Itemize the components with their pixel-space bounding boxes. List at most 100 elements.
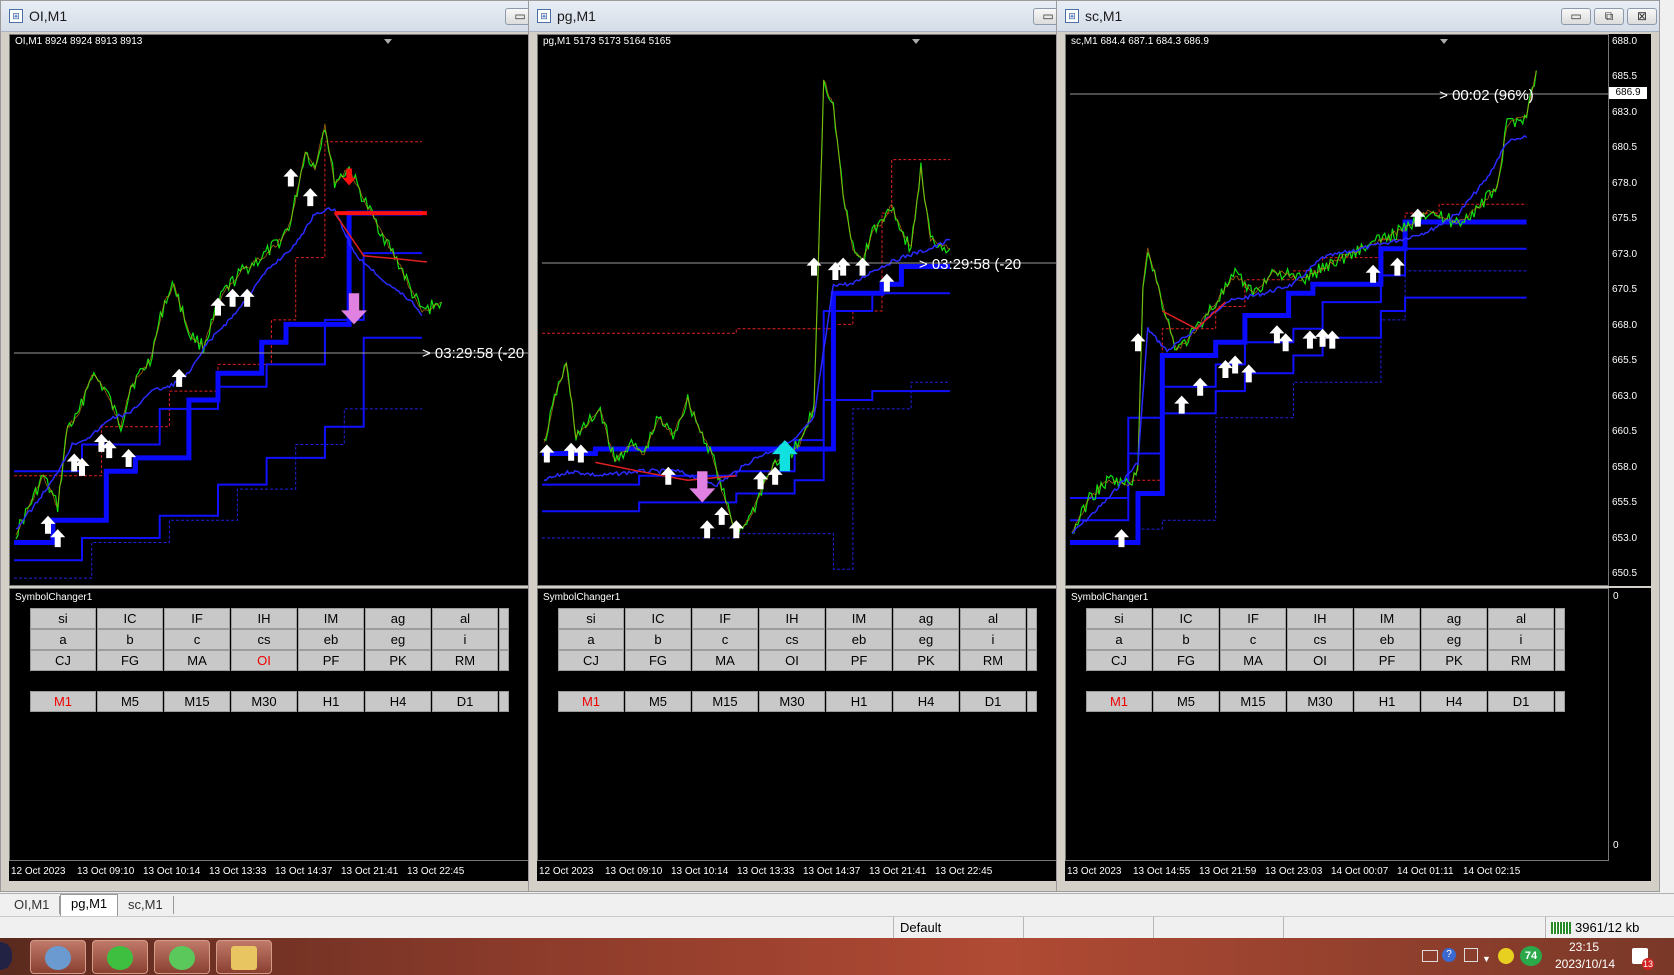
symbol-button-ag[interactable]: ag: [1421, 608, 1487, 629]
network-icon[interactable]: [1464, 948, 1478, 962]
taskbar-app-tool[interactable]: [30, 940, 86, 974]
symbol-button-i[interactable]: i: [432, 629, 498, 650]
price-chart[interactable]: OI,M1 8924 8924 8913 8913 > 03:29:58 (-20: [9, 34, 554, 586]
clock-date[interactable]: 2023/10/14: [1548, 957, 1622, 971]
timeframe-button-overflow[interactable]: [1027, 691, 1037, 712]
symbol-button-eb[interactable]: eb: [826, 629, 892, 650]
symbol-button-fg[interactable]: FG: [97, 650, 163, 671]
symbol-button-im[interactable]: IM: [826, 608, 892, 629]
symbol-button-ic[interactable]: IC: [97, 608, 163, 629]
clock-time[interactable]: 23:15: [1554, 940, 1614, 954]
timeframe-button-h1[interactable]: H1: [1354, 691, 1420, 712]
symbol-button-overflow[interactable]: [1027, 629, 1037, 650]
minimize-button[interactable]: ▭: [1561, 8, 1591, 25]
tab-pg-m1[interactable]: pg,M1: [60, 894, 119, 916]
timeframe-button-h4[interactable]: H4: [893, 691, 959, 712]
symbol-button-eb[interactable]: eb: [298, 629, 364, 650]
symbol-button-rm[interactable]: RM: [432, 650, 498, 671]
symbol-button-ic[interactable]: IC: [625, 608, 691, 629]
symbol-button-pk[interactable]: PK: [365, 650, 431, 671]
symbol-button-eg[interactable]: eg: [1421, 629, 1487, 650]
price-chart[interactable]: sc,M1 684.4 687.1 684.3 686.9 > 00:02 (96…: [1065, 34, 1610, 586]
symbol-button-ag[interactable]: ag: [365, 608, 431, 629]
symbol-button-ma[interactable]: MA: [164, 650, 230, 671]
timeframe-button-m30[interactable]: M30: [1287, 691, 1353, 712]
timeframe-button-m30[interactable]: M30: [759, 691, 825, 712]
window-title-bar[interactable]: ⊞ OI,M1 ▭ ⧉ ⊠: [1, 1, 603, 32]
symbol-button-overflow[interactable]: [1027, 608, 1037, 629]
symbol-button-pf[interactable]: PF: [1354, 650, 1420, 671]
symbol-button-overflow[interactable]: [499, 629, 509, 650]
symbol-button-cs[interactable]: cs: [231, 629, 297, 650]
time-axis[interactable]: 12 Oct 2023 13 Oct 09:10 13 Oct 10:14 13 Oc…: [537, 861, 1123, 881]
symbol-button-fg[interactable]: FG: [625, 650, 691, 671]
symbol-button-b[interactable]: b: [625, 629, 691, 650]
symbol-button-eg[interactable]: eg: [365, 629, 431, 650]
tray-badge[interactable]: 74: [1520, 946, 1542, 966]
symbol-button-a[interactable]: a: [558, 629, 624, 650]
symbol-button-cj[interactable]: CJ: [558, 650, 624, 671]
symbol-button-if[interactable]: IF: [1220, 608, 1286, 629]
timeframe-button-m1[interactable]: M1: [558, 691, 624, 712]
symbol-button-al[interactable]: al: [1488, 608, 1554, 629]
start-button-icon[interactable]: [0, 942, 12, 970]
symbol-button-cs[interactable]: cs: [759, 629, 825, 650]
timeframe-button-m15[interactable]: M15: [1220, 691, 1286, 712]
keyboard-icon[interactable]: [1422, 950, 1438, 962]
price-scale[interactable]: 688.0 685.5 683.0 680.5 678.0 675.5 673.0 670.5…: [1609, 34, 1651, 586]
symbol-button-si[interactable]: si: [1086, 608, 1152, 629]
tab-oi-m1[interactable]: OI,M1: [4, 896, 61, 914]
timeframe-button-m1[interactable]: M1: [1086, 691, 1152, 712]
symbol-button-oi[interactable]: OI: [1287, 650, 1353, 671]
timeframe-button-m5[interactable]: M5: [625, 691, 691, 712]
symbol-button-pk[interactable]: PK: [1421, 650, 1487, 671]
symbol-button-overflow[interactable]: [1027, 650, 1037, 671]
symbol-button-i[interactable]: i: [1488, 629, 1554, 650]
symbol-button-overflow[interactable]: [1555, 629, 1565, 650]
symbol-button-eb[interactable]: eb: [1354, 629, 1420, 650]
symbol-button-overflow[interactable]: [499, 650, 509, 671]
tray-app-icon[interactable]: [1498, 948, 1514, 964]
time-axis[interactable]: 12 Oct 2023 13 Oct 09:10 13 Oct 10:14 13 Oc…: [9, 861, 595, 881]
symbol-button-ih[interactable]: IH: [231, 608, 297, 629]
symbol-button-ih[interactable]: IH: [759, 608, 825, 629]
timeframe-button-overflow[interactable]: [1555, 691, 1565, 712]
time-axis[interactable]: 13 Oct 2023 13 Oct 14:55 13 Oct 21:59 13 Oc…: [1065, 861, 1651, 881]
symbol-button-c[interactable]: c: [1220, 629, 1286, 650]
timeframe-button-h1[interactable]: H1: [298, 691, 364, 712]
symbol-button-ma[interactable]: MA: [692, 650, 758, 671]
help-icon[interactable]: ?: [1442, 948, 1456, 962]
symbol-button-if[interactable]: IF: [692, 608, 758, 629]
symbol-button-eg[interactable]: eg: [893, 629, 959, 650]
tab-sc-m1[interactable]: sc,M1: [118, 896, 174, 914]
symbol-button-rm[interactable]: RM: [960, 650, 1026, 671]
symbol-button-cj[interactable]: CJ: [30, 650, 96, 671]
symbol-button-i[interactable]: i: [960, 629, 1026, 650]
symbol-button-si[interactable]: si: [558, 608, 624, 629]
symbol-button-ih[interactable]: IH: [1287, 608, 1353, 629]
window-title-bar[interactable]: ⊞ sc,M1 ▭ ⧉ ⊠: [1057, 1, 1659, 32]
timeframe-button-h1[interactable]: H1: [826, 691, 892, 712]
symbol-button-a[interactable]: a: [30, 629, 96, 650]
timeframe-button-m1[interactable]: M1: [30, 691, 96, 712]
taskbar-app-explorer[interactable]: [216, 940, 272, 974]
symbol-button-c[interactable]: c: [692, 629, 758, 650]
symbol-button-fg[interactable]: FG: [1153, 650, 1219, 671]
timeframe-button-m5[interactable]: M5: [97, 691, 163, 712]
symbol-button-pf[interactable]: PF: [826, 650, 892, 671]
timeframe-button-d1[interactable]: D1: [1488, 691, 1554, 712]
price-chart[interactable]: pg,M1 5173 5173 5164 5165 > 03:29:58 (-20: [537, 34, 1082, 586]
symbol-button-b[interactable]: b: [1153, 629, 1219, 650]
symbol-button-c[interactable]: c: [164, 629, 230, 650]
symbol-button-cs[interactable]: cs: [1287, 629, 1353, 650]
symbol-button-a[interactable]: a: [1086, 629, 1152, 650]
taskbar-app-refresh[interactable]: [92, 940, 148, 974]
timeframe-button-h4[interactable]: H4: [1421, 691, 1487, 712]
timeframe-button-m15[interactable]: M15: [692, 691, 758, 712]
symbol-button-overflow[interactable]: [1555, 608, 1565, 629]
symbol-button-al[interactable]: al: [960, 608, 1026, 629]
symbol-button-im[interactable]: IM: [1354, 608, 1420, 629]
symbol-button-ic[interactable]: IC: [1153, 608, 1219, 629]
symbol-button-overflow[interactable]: [1555, 650, 1565, 671]
timeframe-button-m5[interactable]: M5: [1153, 691, 1219, 712]
